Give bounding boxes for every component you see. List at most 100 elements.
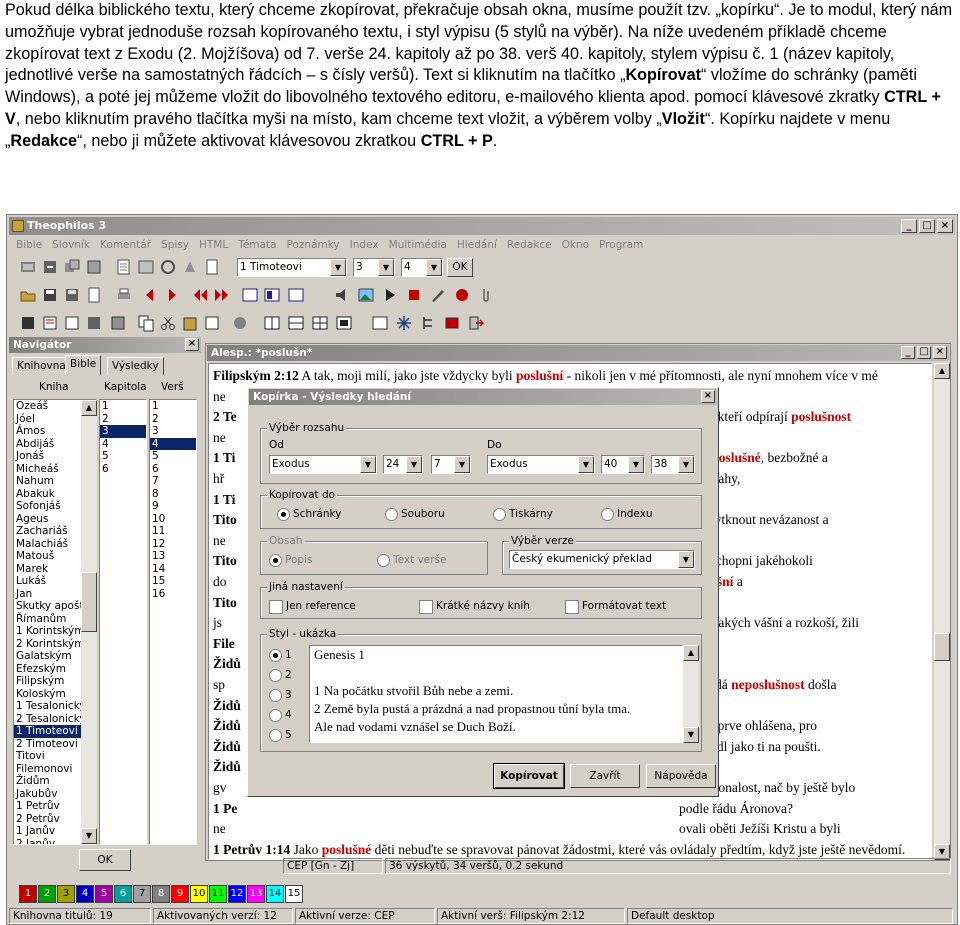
stop-icon[interactable] <box>405 286 423 304</box>
verse-list-item[interactable]: 7 <box>150 475 196 488</box>
verse-list-item[interactable]: 5 <box>150 450 196 463</box>
napoveda-button[interactable]: Nápověda <box>646 764 716 788</box>
chapter-list-item[interactable]: 1 <box>100 400 146 413</box>
kopirovat-button[interactable]: Kopírovat <box>493 763 565 789</box>
verse-list-item[interactable]: 8 <box>150 488 196 501</box>
tab-vysledky[interactable]: Výsledky <box>107 357 164 375</box>
radio-style-3[interactable]: 3 <box>269 689 292 702</box>
results-scroll-thumb[interactable] <box>934 633 950 661</box>
radio-style-4[interactable]: 4 <box>269 709 292 722</box>
result-reference[interactable]: 1 Pe <box>213 801 237 816</box>
check-kratke-nazvy[interactable]: Krátké názvy knih <box>419 600 530 614</box>
color-swatch[interactable]: 1 <box>19 885 37 903</box>
result-reference[interactable]: Židů <box>213 739 241 754</box>
from-verse-combo[interactable]: 7 ▼ <box>431 455 471 474</box>
menu-item-12[interactable]: Program <box>594 237 648 253</box>
results-maximize-button[interactable]: □ <box>917 346 931 359</box>
verse-list-item[interactable]: 11 <box>150 525 196 538</box>
color-swatch[interactable]: 4 <box>76 885 94 903</box>
document-icon[interactable] <box>85 286 103 304</box>
to-verse-arrow-icon[interactable]: ▼ <box>678 456 694 473</box>
color-swatch[interactable]: 7 <box>133 885 151 903</box>
chapter-list-item[interactable]: 4 <box>100 438 146 451</box>
paste-icon[interactable] <box>181 314 199 332</box>
color-swatch[interactable]: 14 <box>266 885 284 903</box>
version-arrow-icon[interactable]: ▼ <box>678 551 694 568</box>
chapter-combo-arrow-icon[interactable]: ▼ <box>378 259 394 276</box>
result-reference[interactable]: 1 Ti <box>213 492 235 507</box>
record-icon[interactable] <box>453 286 471 304</box>
scroll-down-icon[interactable]: ▼ <box>81 828 97 844</box>
to-verse-combo[interactable]: 38 ▼ <box>651 455 695 474</box>
chapter-combo[interactable]: 3 ▼ <box>353 258 395 277</box>
toolbar-icon-3[interactable] <box>63 258 81 276</box>
result-reference[interactable]: Židů <box>213 718 241 733</box>
tool-icon-8[interactable] <box>371 314 389 332</box>
close-button[interactable]: × <box>937 219 953 233</box>
maximize-button[interactable]: □ <box>919 219 935 233</box>
color-swatch[interactable]: 13 <box>247 885 265 903</box>
version-combo[interactable]: Český ekumenický překlad ▼ <box>509 550 695 569</box>
to-book-combo[interactable]: Exodus ▼ <box>487 455 595 474</box>
from-chapter-combo[interactable]: 24 ▼ <box>383 455 423 474</box>
toolbar-icon-7[interactable] <box>159 258 177 276</box>
cut-icon[interactable] <box>159 314 177 332</box>
verse-list-item[interactable]: 10 <box>150 513 196 526</box>
menu-item-3[interactable]: Spisy <box>156 237 194 253</box>
verse-list-item[interactable]: 13 <box>150 550 196 563</box>
play-icon[interactable] <box>381 286 399 304</box>
preview-scrollbar[interactable]: ▲ ▼ <box>683 645 699 743</box>
result-reference[interactable]: File <box>213 636 235 651</box>
result-reference[interactable]: Tito <box>213 595 237 610</box>
toolbar-icon-8[interactable] <box>181 258 199 276</box>
verse-list-item[interactable]: 9 <box>150 500 196 513</box>
tool-icon-2[interactable] <box>41 314 59 332</box>
tab-knihovna[interactable]: Knihovna <box>12 357 71 375</box>
dialog-titlebar[interactable]: Kopírka - Výsledky hledání × <box>249 389 717 405</box>
color-swatch[interactable]: 8 <box>152 885 170 903</box>
minimize-button[interactable]: _ <box>901 219 917 233</box>
verse-list-item[interactable]: 15 <box>150 575 196 588</box>
color-swatch[interactable]: 15 <box>285 885 303 903</box>
menu-item-11[interactable]: Okno <box>557 237 594 253</box>
from-chapter-arrow-icon[interactable]: ▼ <box>406 456 422 473</box>
results-scroll-up-icon[interactable]: ▲ <box>934 363 950 379</box>
radio-text-verse[interactable]: Text verše <box>377 554 447 567</box>
results-minimize-button[interactable]: _ <box>901 346 915 359</box>
color-swatch[interactable]: 6 <box>114 885 132 903</box>
book-combo-arrow-icon[interactable]: ▼ <box>330 259 346 276</box>
from-book-arrow-icon[interactable]: ▼ <box>360 456 376 473</box>
menu-item-8[interactable]: Multimédia <box>384 237 452 253</box>
verse-list-item[interactable]: 12 <box>150 538 196 551</box>
menu-item-10[interactable]: Redakce <box>502 237 557 253</box>
to-chapter-combo[interactable]: 40 ▼ <box>601 455 645 474</box>
next-icon[interactable] <box>163 286 181 304</box>
image-icon[interactable] <box>357 286 375 304</box>
results-titlebar[interactable]: Alesp.: *poslušn* _ □ × <box>207 345 949 361</box>
open-icon[interactable] <box>19 286 37 304</box>
print-icon[interactable] <box>115 286 133 304</box>
result-reference[interactable]: Filipským 2:12 <box>213 368 299 383</box>
results-scrollbar[interactable]: ▲ ▼ <box>934 363 950 860</box>
verse-list-item[interactable]: 1 <box>150 400 196 413</box>
verse-list-item[interactable]: 14 <box>150 563 196 576</box>
prev-chapter-icon[interactable] <box>191 286 209 304</box>
from-book-combo[interactable]: Exodus ▼ <box>269 455 377 474</box>
color-swatch[interactable]: 12 <box>228 885 246 903</box>
navigator-ok-button[interactable]: OK <box>79 849 131 871</box>
color-swatch[interactable]: 5 <box>95 885 113 903</box>
toolbar-icon-6[interactable] <box>137 258 155 276</box>
layout-icon-3[interactable] <box>311 314 329 332</box>
color-swatch[interactable]: 10 <box>190 885 208 903</box>
to-book-arrow-icon[interactable]: ▼ <box>578 456 594 473</box>
check-jen-reference[interactable]: Jen reference <box>269 600 356 614</box>
layout-icon-1[interactable] <box>263 314 281 332</box>
tool-icon-4[interactable] <box>85 314 103 332</box>
preview-scroll-up-icon[interactable]: ▲ <box>683 645 699 661</box>
prev-icon[interactable] <box>141 286 159 304</box>
radio-style-5[interactable]: 5 <box>269 729 292 742</box>
menu-item-6[interactable]: Poznámky <box>282 237 345 253</box>
radio-souboru[interactable]: Souboru <box>385 508 445 521</box>
result-reference[interactable]: Tito <box>213 553 237 568</box>
chapter-list-item[interactable]: 6 <box>100 463 146 476</box>
